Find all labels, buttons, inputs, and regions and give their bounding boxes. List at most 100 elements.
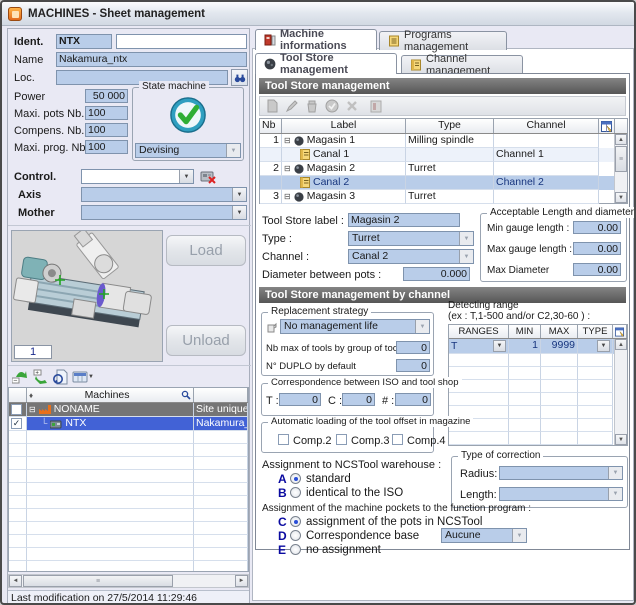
option-e-radio[interactable] — [290, 544, 301, 555]
scroll-right-icon[interactable]: ► — [235, 575, 248, 587]
corr-c-field[interactable]: 0 — [342, 393, 375, 406]
control-machine-icon[interactable] — [200, 168, 217, 184]
machines-row-noname[interactable]: ⊟ NONAME Site unique — [9, 403, 248, 417]
acceptable-group: Acceptable Length and diameter Min gauge… — [480, 213, 627, 282]
chevron-down-icon[interactable]: ▼ — [597, 340, 610, 352]
title-bar[interactable]: MACHINES - Sheet management — [2, 2, 634, 26]
type-select[interactable]: Turret ▼ — [348, 231, 474, 246]
corr-t-field[interactable]: 0 — [279, 393, 321, 406]
store-row-magasin1[interactable]: 1 ⊟Magasin 1 Milling spindle — [260, 134, 627, 148]
tab-channel-management[interactable]: Channel management — [401, 55, 523, 74]
unload-button[interactable]: Unload — [166, 325, 246, 356]
axis-label: Axis — [18, 189, 41, 201]
cancel-icon[interactable] — [343, 97, 361, 115]
strategy-select[interactable]: No management life ▼ — [280, 319, 430, 334]
tool-store-label-field[interactable]: Magasin 2 — [348, 213, 460, 227]
column-options-icon[interactable] — [599, 119, 615, 133]
find-location-button[interactable] — [231, 69, 248, 86]
search-icon[interactable] — [181, 390, 191, 400]
store-row-canal2-selected[interactable]: Canal 2 Channel 2 — [260, 176, 627, 190]
max-gauge-field[interactable]: 0.00 — [573, 242, 621, 255]
max-prog-field[interactable]: 100 — [85, 140, 128, 154]
option-b-radio[interactable] — [290, 487, 301, 498]
min-gauge-field[interactable]: 0.00 — [573, 221, 621, 234]
control-select[interactable]: ▼ — [81, 169, 194, 184]
expand-all-icon[interactable]: + — [32, 369, 48, 385]
correspondence-base-select[interactable]: Aucune ▼ — [441, 528, 527, 543]
hscroll-thumb[interactable]: ≡ — [23, 575, 173, 587]
detect-vscrollbar[interactable]: ▲ ▼ — [614, 339, 627, 445]
diameter-field[interactable]: 0.000 — [403, 267, 470, 281]
validate-icon[interactable] — [323, 97, 341, 115]
state-machine-select[interactable]: Devising ▼ — [135, 143, 241, 158]
machines-hscrollbar[interactable]: ◄ ► ≡ — [8, 574, 249, 588]
column-options-icon[interactable] — [613, 325, 627, 338]
channel-section-header: Tool Store management by channel — [259, 287, 626, 303]
comp3-label: Comp.3 — [351, 435, 390, 447]
corr-hash-field[interactable]: 0 — [395, 393, 431, 406]
option-d-radio[interactable] — [290, 530, 301, 541]
ntx-checkbox[interactable]: ✓ — [11, 418, 22, 429]
comp2-checkbox[interactable] — [278, 434, 289, 445]
store-sphere-icon — [294, 192, 304, 202]
status-ok-icon — [169, 96, 207, 134]
chevron-down-icon[interactable]: ▼ — [493, 340, 506, 352]
ident-field[interactable]: NTX — [56, 34, 112, 49]
preview-page-indicator[interactable]: 1 — [14, 345, 52, 359]
noname-checkbox[interactable] — [11, 404, 22, 415]
corr-c-label: C : — [328, 395, 342, 407]
store-sphere-icon — [294, 164, 304, 174]
collapse-node-icon[interactable]: ⊟ — [284, 134, 291, 147]
diameter-label: Diameter between pots : — [262, 269, 381, 281]
power-field[interactable]: 50 000 — [85, 89, 128, 103]
detect-row-selected[interactable]: T ▼ 1 9999 ▼ — [449, 339, 627, 354]
tab-machine-informations[interactable]: Machine informations — [255, 29, 377, 50]
detect-header[interactable]: RANGES MIN MAX TYPE — [449, 325, 627, 339]
scroll-left-icon[interactable]: ◄ — [9, 575, 22, 587]
name-field[interactable]: Nakamura_ntx — [56, 52, 247, 67]
delete-store-icon[interactable] — [303, 97, 321, 115]
max-diameter-field[interactable]: 0.00 — [573, 263, 621, 276]
collapse-node-icon[interactable]: ⊟ — [284, 190, 291, 203]
load-button[interactable]: Load — [166, 235, 246, 266]
store-row-magasin2[interactable]: 2 ⊟Magasin 2 Turret — [260, 162, 627, 176]
edit-store-icon[interactable] — [283, 97, 301, 115]
tool-store-vscrollbar[interactable]: ▲ ≡ ▼ — [614, 134, 627, 203]
machine-preview-image[interactable]: 1 — [11, 230, 163, 362]
collapse-all-icon[interactable]: − — [12, 369, 28, 385]
channel-select[interactable]: Canal 2 ▼ — [348, 249, 474, 264]
report-icon[interactable] — [367, 97, 385, 115]
option-a-radio[interactable] — [290, 473, 301, 484]
view-mode-icon[interactable]: ▼ — [72, 369, 94, 385]
tab-programs-management[interactable]: Programs management — [379, 31, 507, 50]
option-c-radio[interactable] — [290, 516, 301, 527]
nb-max-tools-field[interactable]: 0 — [396, 341, 430, 354]
new-store-icon[interactable] — [263, 97, 281, 115]
search-doc-icon[interactable] — [52, 369, 68, 385]
vscroll-thumb[interactable]: ≡ — [615, 146, 627, 172]
max-pots-field[interactable]: 100 — [85, 106, 128, 120]
axis-select[interactable]: ▼ — [81, 187, 247, 202]
scroll-up-icon[interactable]: ▲ — [615, 134, 627, 145]
scroll-down-icon[interactable]: ▼ — [615, 434, 627, 445]
machines-row-ntx[interactable]: ✓ └ NTX Nakamura_ntx — [9, 417, 248, 431]
collapse-node-icon[interactable]: ⊟ — [284, 162, 291, 175]
comp3-checkbox[interactable] — [336, 434, 347, 445]
mother-select[interactable]: ▼ — [81, 205, 247, 220]
collapse-node-icon[interactable]: ⊟ — [29, 403, 36, 416]
duplo-field[interactable]: 0 — [396, 359, 430, 372]
ident-secondary-field[interactable] — [116, 34, 247, 49]
tool-store-table-header[interactable]: Nb Label Type Channel — [260, 119, 627, 134]
store-row-magasin3[interactable]: 3 ⊟Magasin 3 Turret — [260, 190, 627, 204]
compens-field[interactable]: 100 — [85, 123, 128, 137]
status-bar: Last modification on 27/5/2014 11:29:46 — [8, 590, 249, 605]
scroll-up-icon[interactable]: ▲ — [615, 339, 627, 350]
scroll-down-icon[interactable]: ▼ — [615, 192, 627, 203]
length-select[interactable]: ▼ — [499, 487, 623, 501]
machines-grid-header[interactable]: ♦ Machines — [9, 388, 248, 403]
store-row-canal1[interactable]: Canal 1 Channel 1 — [260, 148, 627, 162]
radius-select[interactable]: ▼ — [499, 466, 623, 480]
tab-tool-store-management[interactable]: Tool Store management — [255, 53, 397, 74]
window-title: MACHINES - Sheet management — [28, 8, 205, 20]
comp4-checkbox[interactable] — [392, 434, 403, 445]
